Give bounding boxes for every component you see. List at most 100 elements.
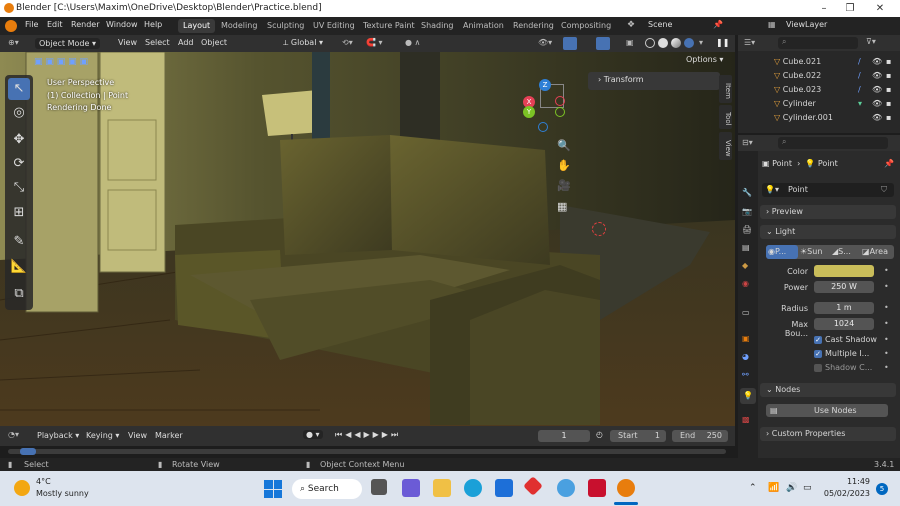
timeline-editor-icon[interactable]: ◔▾ xyxy=(8,430,19,439)
editor-type-icon[interactable]: ⊕▾ xyxy=(8,38,19,47)
store-icon[interactable] xyxy=(495,479,513,497)
blender-taskbar-icon[interactable] xyxy=(617,479,635,497)
light-type-selector[interactable]: ◉P... ☀Sun ◢S... ◪Area xyxy=(766,245,894,259)
output-tab-icon[interactable]: 🖨 xyxy=(742,225,752,234)
keyframe-dot-icon[interactable]: • xyxy=(884,349,889,358)
light-data-tab-icon[interactable]: 💡 xyxy=(740,388,756,404)
annotate-tool-icon[interactable]: ✎ xyxy=(8,231,30,253)
list-item[interactable]: ▽ Cylinder xyxy=(774,97,884,111)
snap-icon[interactable]: 🧲 ▾ xyxy=(366,38,383,47)
keyframe-dot-icon[interactable]: • xyxy=(884,335,889,344)
custom-properties-header[interactable]: › Custom Properties xyxy=(760,427,896,441)
add-cube-tool-icon[interactable]: ⧉ xyxy=(8,283,30,305)
pin-icon[interactable]: 📌 xyxy=(884,159,894,168)
tab-compositing[interactable]: Compositing xyxy=(556,19,616,33)
keyframe-dot-icon[interactable]: • xyxy=(884,319,889,328)
maximize-button[interactable]: ❐ xyxy=(838,1,862,16)
camera-icon[interactable]: ▪ xyxy=(886,57,891,66)
pin-icon[interactable]: 📌 xyxy=(713,20,723,29)
outliner-search-input[interactable]: ⌕ xyxy=(778,37,858,49)
properties-search-input[interactable]: ⌕ xyxy=(778,137,888,149)
timeline-scrubber[interactable] xyxy=(0,446,735,458)
menu-add[interactable]: Add xyxy=(178,38,194,47)
select-mode-icons[interactable]: ▣ ▣ ▣ ▣ ▣ xyxy=(34,57,104,69)
axis-neg-x-icon[interactable] xyxy=(555,96,565,106)
multiple-importance-checkbox[interactable]: ✓ Multiple I... xyxy=(814,349,869,358)
tab-sculpting[interactable]: Sculpting xyxy=(262,19,309,33)
transform-tool-icon[interactable]: ⊞ xyxy=(8,202,30,224)
properties-editor-icon[interactable]: ⊟▾ xyxy=(742,138,753,147)
camera-icon[interactable]: ▪ xyxy=(886,85,891,94)
menu-render[interactable]: Render xyxy=(71,20,99,29)
select-tool-icon[interactable]: ↖ xyxy=(8,78,30,100)
battery-icon[interactable]: ▭ xyxy=(803,483,812,493)
constraints-tab-icon[interactable]: ⚯ xyxy=(742,370,749,379)
teams-icon[interactable] xyxy=(402,479,420,497)
clock-time[interactable]: 11:49 xyxy=(830,477,870,486)
list-item[interactable]: ▽ Cube.022 xyxy=(774,69,884,83)
cursor-tool-icon[interactable]: ◎ xyxy=(8,102,30,124)
visibility-icon[interactable]: 👁▾ xyxy=(538,38,552,47)
camera-icon[interactable]: ▪ xyxy=(886,113,891,122)
file-explorer-icon[interactable] xyxy=(433,479,451,497)
overlay-toggle-icon[interactable] xyxy=(596,37,610,50)
menu-edit[interactable]: Edit xyxy=(47,20,63,29)
menu-window[interactable]: Window xyxy=(106,20,138,29)
tab-layout[interactable]: Layout xyxy=(178,19,216,33)
menu-file[interactable]: File xyxy=(25,20,38,29)
menu-marker[interactable]: Marker xyxy=(155,431,183,440)
nodes-panel-header[interactable]: ⌄ Nodes xyxy=(760,383,896,397)
preview-panel-header[interactable]: › Preview xyxy=(760,205,896,219)
light-type-spot[interactable]: ◢S... xyxy=(832,247,851,256)
physics-tab-icon[interactable]: ◕ xyxy=(742,352,749,361)
end-frame-field[interactable]: End 250 xyxy=(672,430,728,442)
filter-icon[interactable]: ⊽▾ xyxy=(866,37,876,46)
shadow-caustics-checkbox[interactable]: Shadow C... xyxy=(814,363,872,372)
start-frame-field[interactable]: Start 1 xyxy=(610,430,666,442)
taskbar-search[interactable]: ⌕ Search xyxy=(292,479,362,499)
measure-tool-icon[interactable]: 📐 xyxy=(8,256,30,278)
timeline-scrollbar[interactable] xyxy=(8,449,726,454)
grid-perspective-icon[interactable]: ▦ xyxy=(557,200,567,213)
fake-user-icon[interactable]: ⛉ xyxy=(881,185,887,195)
outliner-editor-icon[interactable]: ☰▾ xyxy=(744,38,755,47)
keyframe-dot-icon[interactable]: • xyxy=(884,303,889,312)
keyframe-dot-icon[interactable]: • xyxy=(884,282,889,291)
object-tab-icon[interactable]: ▣ xyxy=(742,334,750,343)
list-item[interactable]: ▽ Cylinder.001 xyxy=(774,111,884,125)
light-datablock-field[interactable]: 💡▾ Point ⛉ xyxy=(762,183,894,197)
scene-name[interactable]: Scene xyxy=(648,20,672,29)
shading-options-icon[interactable]: ▾ xyxy=(699,38,703,47)
playback-controls[interactable]: ⏮◀◀▶▶▶⏭ xyxy=(335,430,401,440)
mcafee-icon[interactable] xyxy=(588,479,606,497)
weather-sun-icon[interactable] xyxy=(14,480,30,496)
rendered-shading-icon[interactable] xyxy=(684,38,694,48)
scene-tab-icon[interactable]: ◆ xyxy=(742,261,748,270)
proportional-edit-icon[interactable]: ● ∧ xyxy=(405,38,420,47)
transform-panel[interactable]: › Transform xyxy=(588,72,720,90)
app-blue-icon[interactable] xyxy=(557,479,575,497)
radius-field[interactable]: 1 m xyxy=(814,302,874,314)
eye-icon[interactable]: 👁 xyxy=(872,57,882,66)
blender-menu-icon[interactable] xyxy=(5,20,17,32)
tab-rendering[interactable]: Rendering xyxy=(508,19,559,33)
record-button[interactable]: ● ▾ xyxy=(303,430,323,439)
eye-icon[interactable]: 👁 xyxy=(872,85,882,94)
weather-temp[interactable]: 4°C xyxy=(36,477,51,486)
menu-object[interactable]: Object xyxy=(201,38,227,47)
rotate-tool-icon[interactable]: ⟳ xyxy=(8,153,30,175)
menu-timeline-view[interactable]: View xyxy=(128,431,147,440)
light-type-area[interactable]: ◪Area xyxy=(862,247,888,256)
tab-tool[interactable]: Tool xyxy=(719,105,732,129)
tab-uv-editing[interactable]: UV Editing xyxy=(308,19,360,33)
tool-tab-icon[interactable]: 🔧 xyxy=(742,188,752,197)
camera-icon[interactable]: ▪ xyxy=(886,99,891,108)
tray-chevron-icon[interactable]: ⌃ xyxy=(749,483,757,493)
world-tab-icon[interactable]: ◉ xyxy=(742,279,749,288)
menu-view[interactable]: View xyxy=(118,38,137,47)
tab-shading[interactable]: Shading xyxy=(416,19,459,33)
tab-item[interactable]: Item xyxy=(719,75,732,103)
options-dropdown[interactable]: Options ▾ xyxy=(686,55,726,68)
minimize-button[interactable]: – xyxy=(812,1,836,16)
light-type-point[interactable]: ◉P... xyxy=(766,245,798,259)
